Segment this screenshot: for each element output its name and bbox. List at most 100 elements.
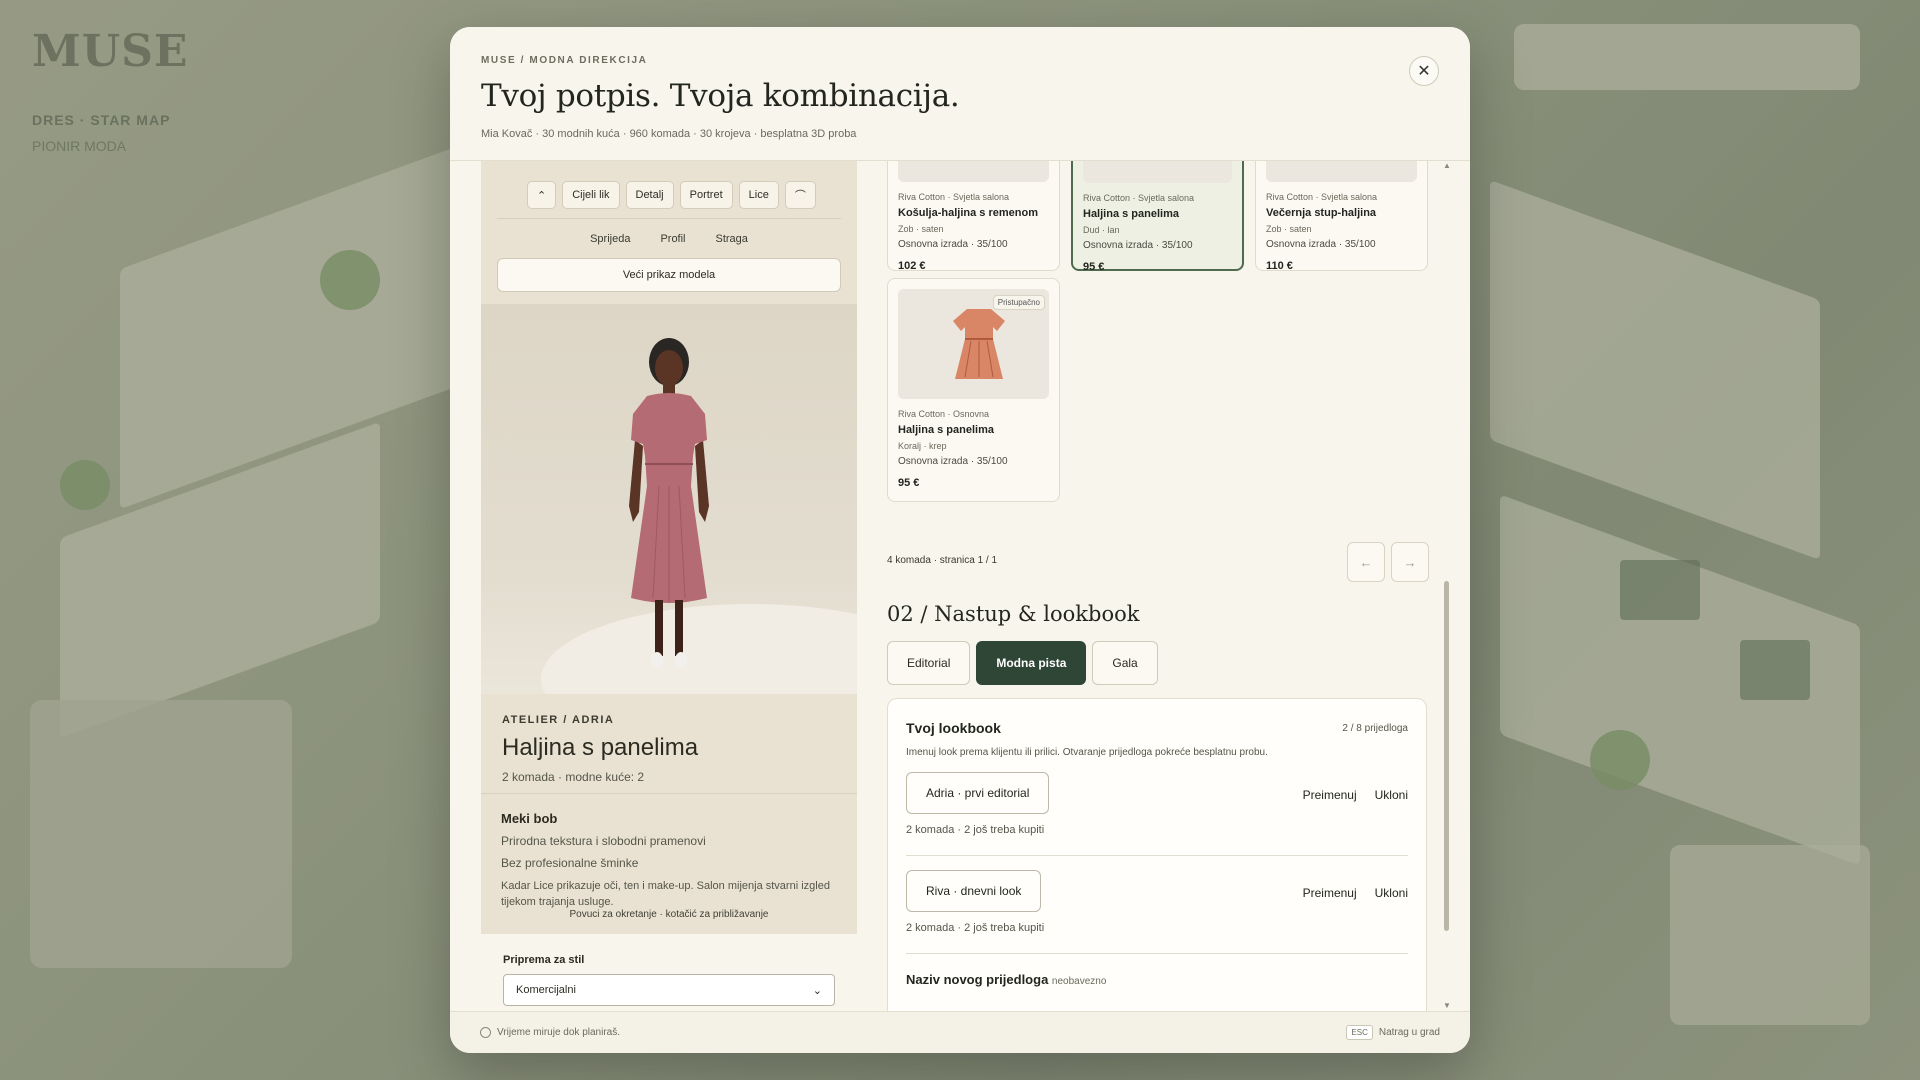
catalog-card[interactable]: Riva Cotton · Svjetla salona Večernja st… — [1255, 161, 1428, 272]
back-to-city-button[interactable]: ESC Natrag u grad — [1346, 1025, 1440, 1040]
catalog-card-selected[interactable]: Riva Cotton · Svjetla salona Haljina s p… — [1071, 161, 1244, 273]
footer-note: Vrijeme miruje dok planiraš. — [497, 1027, 621, 1038]
look-status: 2 komada · 2 još treba kupiti — [906, 922, 1045, 934]
item-price: 95 € — [1083, 261, 1105, 273]
modal-body: ⌃ Cijeli lik Detalj Portret Lice ⌒ Sprij… — [450, 161, 1470, 1011]
hair-line-2: Bez profesionalne šminke — [501, 856, 639, 870]
rename-link[interactable]: Preimenuj — [1303, 886, 1357, 900]
back-to-city-label: Natrag u grad — [1378, 1027, 1440, 1038]
hair-note: Kadar Lice prikazuje oči, ten i make-up.… — [501, 880, 830, 908]
close-icon: ✕ — [1417, 63, 1431, 80]
remove-link[interactable]: Ukloni — [1375, 886, 1408, 900]
lookbook-title: Tvoj lookbook — [906, 720, 1001, 736]
viewer-hint: Povuci za okretanje · kotačić za približ… — [569, 909, 769, 920]
rotate-left-button[interactable]: ⌃ — [527, 181, 557, 209]
catalog-card[interactable]: Riva Cotton · Svjetla salona Košulja-hal… — [887, 161, 1060, 272]
item-name: Haljina s panelima — [898, 424, 994, 436]
arrow-left-icon: ← — [1359, 554, 1373, 570]
angle-profile[interactable]: Profil — [660, 233, 685, 245]
angle-front[interactable]: Sprijeda — [590, 233, 630, 245]
prep-select-value: Komercijalni — [516, 984, 576, 996]
section-title: 02 / Nastup & lookbook — [887, 602, 1140, 626]
new-look-label: Naziv novog prijedloga neobavezno — [906, 972, 1107, 987]
modal-footer: Vrijeme miruje dok planiraš. ESC Natrag … — [450, 1011, 1470, 1053]
look-item: Riva · dnevni look Preimenuj Ukloni 2 ko… — [906, 856, 1408, 954]
larger-model-view-button[interactable]: Veći prikaz modela — [497, 258, 841, 292]
item-grade: Osnovna izrada · 35/100 — [898, 456, 1008, 467]
item-price: 102 € — [898, 260, 926, 272]
optional-hint: neobavezno — [1051, 976, 1107, 987]
scroll-down-icon[interactable]: ▼ — [1443, 1001, 1451, 1010]
item-price: 95 € — [898, 477, 920, 489]
chevron-up-icon: ⌃ — [537, 189, 547, 202]
atelier-label: ATELIER / ADRIA — [502, 714, 615, 726]
tab-runway[interactable]: Modna pista — [976, 641, 1087, 685]
item-name: Košulja-haljina s remenom — [898, 207, 1038, 219]
modal-header: MUSE / MODNA DIREKCIJA Tvoj potpis. Tvoj… — [450, 27, 1470, 161]
remove-link[interactable]: Ukloni — [1375, 788, 1408, 802]
prep-label: Priprema za stil — [503, 954, 585, 966]
style-prep: Priprema za stil Komercijalni ⌄ — [481, 934, 857, 1011]
item-brand: Riva Cotton · Svjetla salona — [1266, 192, 1378, 202]
rotate-icon: ⌒ — [794, 190, 806, 202]
item-thumbnail: Pristupačno — [898, 289, 1049, 399]
item-thumbnail — [1266, 161, 1417, 182]
outfit-title: Haljina s panelima — [502, 734, 699, 761]
arrow-right-icon: → — [1403, 554, 1417, 570]
item-material: Dud · lan — [1083, 225, 1120, 235]
scrollbar[interactable]: ▲ ▼ — [1443, 161, 1451, 1011]
item-material: Koralj · krep — [898, 441, 947, 451]
prev-page-button[interactable]: ← — [1347, 542, 1385, 582]
open-look-button[interactable]: Riva · dnevni look — [906, 870, 1042, 912]
model-viewer-panel: ⌃ Cijeli lik Detalj Portret Lice ⌒ Sprij… — [481, 161, 857, 1011]
chevron-down-icon: ⌄ — [812, 984, 822, 997]
hair-title: Meki bob — [501, 811, 558, 826]
item-grade: Osnovna izrada · 35/100 — [898, 239, 1008, 250]
view-detail[interactable]: Detalj — [625, 181, 674, 209]
tab-gala[interactable]: Gala — [1092, 641, 1158, 685]
open-look-button[interactable]: Adria · prvi editorial — [906, 772, 1050, 814]
outfit-meta: 2 komada · modne kuće: 2 — [502, 770, 645, 784]
view-toolbar: ⌃ Cijeli lik Detalj Portret Lice ⌒ — [527, 181, 816, 209]
item-grade: Osnovna izrada · 35/100 — [1083, 240, 1193, 251]
item-brand: Riva Cotton · Svjetla salona — [898, 192, 1010, 202]
look-status: 2 komada · 2 još treba kupiti — [906, 824, 1045, 836]
angle-back[interactable]: Straga — [716, 233, 748, 245]
scrollbar-thumb[interactable] — [1444, 581, 1449, 931]
model-stage[interactable] — [481, 304, 857, 694]
view-full-body[interactable]: Cijeli lik — [562, 181, 620, 209]
page-title: Tvoj potpis. Tvoja kombinacija. — [481, 78, 960, 114]
item-price: 110 € — [1266, 260, 1293, 272]
view-face[interactable]: Lice — [738, 181, 779, 209]
lookbook-count: 2 / 8 prijedloga — [1342, 722, 1408, 734]
catalog-panel: Riva Cotton · Svjetla salona Košulja-hal… — [887, 161, 1429, 1011]
lookbook-subtitle: Imenuj look prema klijentu ili prilici. … — [906, 747, 1268, 758]
rotate-right-button[interactable]: ⌒ — [784, 181, 816, 209]
fashion-direction-modal: MUSE / MODNA DIREKCIJA Tvoj potpis. Tvoj… — [450, 27, 1470, 1053]
scroll-up-icon[interactable]: ▲ — [1443, 161, 1451, 170]
view-portrait[interactable]: Portret — [679, 181, 733, 209]
hair-line-1: Prirodna tekstura i slobodni pramenovi — [501, 834, 706, 848]
item-name: Večernja stup-haljina — [1266, 207, 1377, 219]
item-thumbnail — [898, 161, 1049, 182]
esc-key: ESC — [1346, 1025, 1373, 1040]
dress-icon — [953, 309, 1005, 379]
outfit-info: ATELIER / ADRIA Haljina s panelima 2 kom… — [481, 694, 857, 794]
item-material: Zob · saten — [1266, 224, 1312, 234]
show-tabs: Editorial Modna pista Gala — [887, 641, 1158, 685]
prep-select[interactable]: Komercijalni ⌄ — [503, 974, 835, 1006]
tab-editorial[interactable]: Editorial — [887, 641, 971, 685]
pagination-info: 4 komada · stranica 1 / 1 — [887, 555, 998, 566]
model-figure — [629, 338, 709, 668]
item-material: Zob · saten — [898, 224, 944, 234]
modal-meta: Mia Kovač · 30 modnih kuća · 960 komada … — [481, 128, 857, 140]
close-button[interactable]: ✕ — [1409, 56, 1439, 86]
item-brand: Riva Cotton · Svjetla salona — [1083, 193, 1195, 203]
catalog-card[interactable]: Pristupačno Riva Cotton · Osnovna Haljin… — [887, 278, 1060, 502]
item-thumbnail — [1083, 161, 1232, 183]
rename-link[interactable]: Preimenuj — [1303, 788, 1357, 802]
lookbook-panel: Tvoj lookbook 2 / 8 prijedloga Imenuj lo… — [887, 698, 1427, 1011]
breadcrumb: MUSE / MODNA DIREKCIJA — [481, 55, 648, 66]
next-page-button[interactable]: → — [1391, 542, 1429, 582]
item-brand: Riva Cotton · Osnovna — [898, 409, 990, 419]
